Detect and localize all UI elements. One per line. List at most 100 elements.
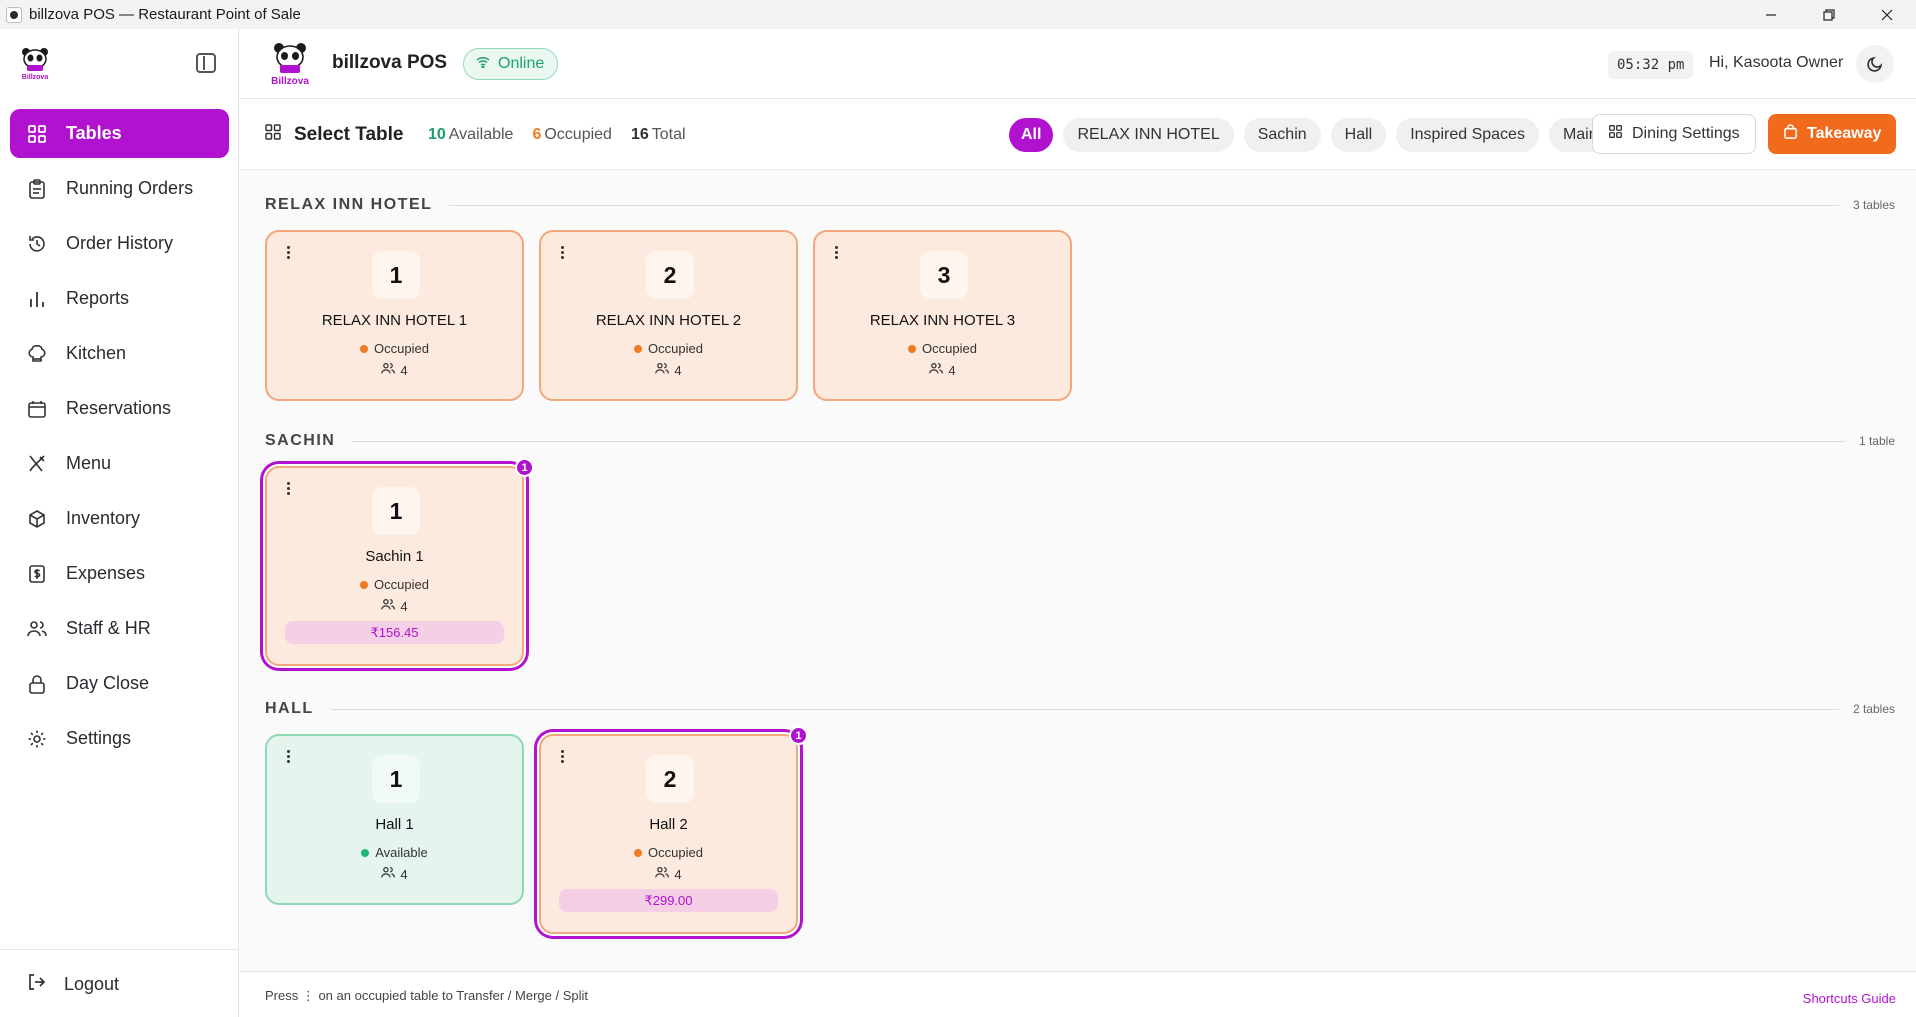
online-status-text: Online [498,55,545,72]
table-status: Available [267,845,522,860]
table-seats: 4 [541,866,796,882]
grid-icon [26,123,48,145]
takeaway-button[interactable]: Takeaway [1768,114,1897,154]
sidebar-item-reports[interactable]: Reports [10,274,229,323]
table-card-relax-inn-hotel-3[interactable]: 3 RELAX INN HOTEL 3 Occupied 4 [813,230,1072,401]
sidebar-item-day-close[interactable]: Day Close [10,659,229,708]
users-icon [655,362,670,378]
sidebar-item-settings[interactable]: Settings [10,714,229,763]
sidebar-logo-text: Billzova [22,74,49,81]
sidebar-item-staff-hr[interactable]: Staff & HR [10,604,229,653]
filter-chip-relax-inn-hotel[interactable]: RELAX INN HOTEL [1063,118,1234,152]
section-count: 3 tables [1852,198,1895,212]
table-seats: 4 [267,598,522,614]
users-icon [929,362,944,378]
bar-chart-icon [26,288,48,310]
window-title: billzova POS — Restaurant Point of Sale [29,6,301,23]
users-icon [26,618,48,640]
table-card-hall-2[interactable]: 2 Hall 2 Occupied 4 ₹299.00 1 [539,726,808,934]
billzova-logo-icon: Billzova [22,48,49,81]
more-vertical-icon[interactable] [281,478,295,498]
table-number: 2 [646,755,694,803]
minimize-button[interactable] [1742,0,1800,29]
table-card-relax-inn-hotel-1[interactable]: 1 RELAX INN HOTEL 1 Occupied 4 [265,230,524,401]
status-dot [361,848,370,857]
footer-hint: Press ⋮ on an occupied table to Transfer… [265,988,588,1003]
more-vertical-icon[interactable] [555,746,569,766]
users-icon [381,362,396,378]
filter-chip-all[interactable]: All [1009,118,1054,152]
more-vertical-icon[interactable] [281,746,295,766]
sidebar-item-expenses[interactable]: Expenses [10,549,229,598]
user-greeting[interactable]: Hi, Kasoota Owner [1709,54,1843,72]
table-status: Occupied [815,341,1070,356]
more-vertical-icon[interactable] [281,242,295,262]
select-table-title: Select Table [294,124,404,145]
area-filters: All RELAX INN HOTEL Sachin Hall Inspired… [1009,118,1622,152]
receipt-icon [26,563,48,585]
section-count: 1 table [1858,434,1895,448]
restore-button[interactable] [1800,0,1858,29]
dining-settings-label: Dining Settings [1632,125,1740,142]
table-status: Occupied [541,845,796,860]
logout-button[interactable]: Logout [26,972,119,997]
filter-chip-hall[interactable]: Hall [1330,118,1387,152]
status-dot [634,848,643,857]
table-number: 2 [646,251,694,299]
dining-settings-button[interactable]: Dining Settings [1592,114,1756,154]
available-stat: 10 Available [428,126,514,143]
sidebar-item-label: Reports [66,288,130,308]
sidebar-bottom: Logout [0,949,238,1017]
filter-chip-sachin[interactable]: Sachin [1243,118,1321,152]
collapse-sidebar-button[interactable] [196,53,216,73]
table-seats: 4 [815,362,1070,378]
order-count-badge: 1 [515,458,534,477]
sidebar-item-menu[interactable]: Menu [10,439,229,488]
sidebar: Billzova Tables Running Orders Order His… [0,29,239,1017]
sidebar-item-reservations[interactable]: Reservations [10,384,229,433]
section-count: 2 tables [1852,702,1895,716]
more-vertical-icon[interactable] [555,242,569,262]
table-card-relax-inn-hotel-2[interactable]: 2 RELAX INN HOTEL 2 Occupied 4 [539,230,798,401]
close-button[interactable] [1858,0,1916,29]
logout-label: Logout [64,974,120,994]
table-toolbar: Select Table 10 Available 6 Occupied 16 Tot… [240,100,1916,170]
sidebar-item-label: Staff & HR [66,618,151,638]
minimize-icon [1766,13,1776,16]
table-seats: 4 [267,866,522,882]
section-name: HALL [265,700,314,717]
utensils-icon [26,453,48,475]
table-status: Occupied [267,577,522,592]
sidebar-item-label: Settings [66,728,132,748]
section-name: RELAX INN HOTEL [265,196,433,213]
header-logo-text: Billzova [271,76,309,87]
sidebar-item-tables[interactable]: Tables [10,109,229,158]
tables-area: RELAX INN HOTEL 3 tables 1 RELAX INN HOT… [240,171,1916,970]
status-dot [360,580,369,589]
table-card-sachin-1[interactable]: 1 Sachin 1 Occupied 4 ₹156.45 1 [265,458,534,666]
more-vertical-icon[interactable] [829,242,843,262]
table-number: 3 [920,251,968,299]
occupied-stat: 6 Occupied [532,126,612,143]
takeaway-label: Takeaway [1807,125,1882,142]
filter-chip-inspired-spaces[interactable]: Inspired Spaces [1396,118,1539,152]
table-status: Occupied [267,341,522,356]
section-header-sachin: SACHIN 1 table [265,430,1895,452]
close-icon [1881,9,1893,20]
sidebar-item-order-history[interactable]: Order History [10,219,229,268]
table-card-hall-1[interactable]: 1 Hall 1 Available 4 [265,734,524,905]
sidebar-item-label: Order History [66,233,174,253]
sidebar-item-inventory[interactable]: Inventory [10,494,229,543]
sidebar-item-kitchen[interactable]: Kitchen [10,329,229,378]
theme-toggle-button[interactable] [1856,45,1894,83]
sidebar-item-running-orders[interactable]: Running Orders [10,164,229,213]
sidebar-nav: Tables Running Orders Order History Repo… [10,109,229,769]
table-name: Sachin 1 [365,548,424,565]
sidebar-top: Billzova [0,29,238,98]
table-name: RELAX INN HOTEL 1 [321,312,468,329]
panda-app-icon [6,6,22,23]
sidebar-item-label: Expenses [66,563,146,583]
shortcuts-guide-link[interactable]: Shortcuts Guide [1803,991,1896,1006]
moon-icon [1867,56,1883,72]
select-table-heading: Select Table [264,123,403,147]
